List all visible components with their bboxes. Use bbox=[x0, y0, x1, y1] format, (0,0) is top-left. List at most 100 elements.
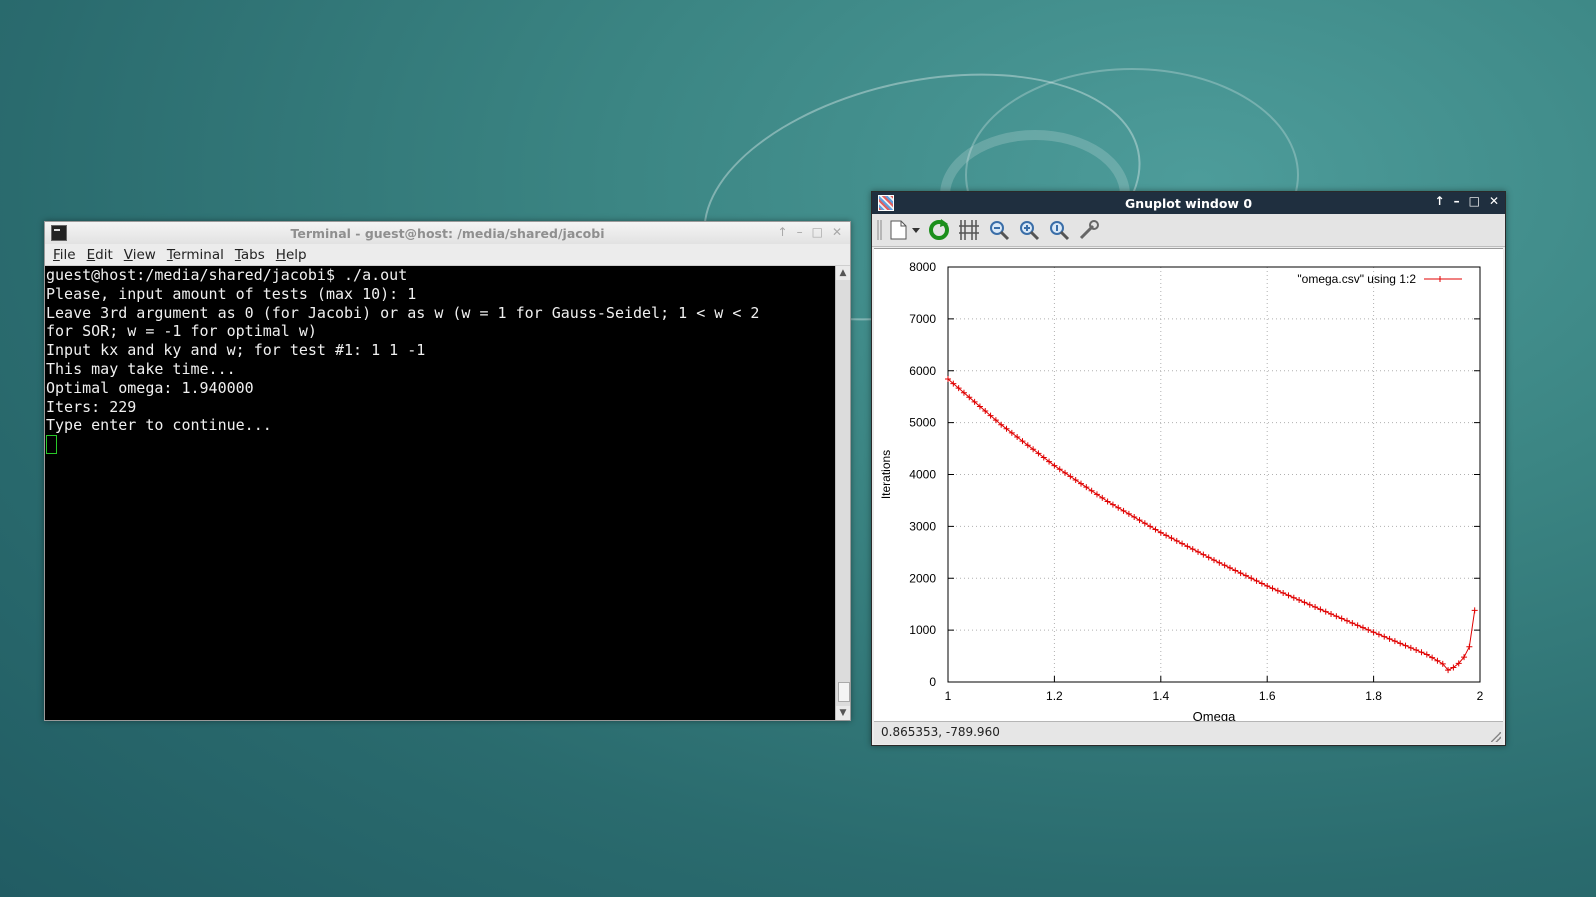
data-point bbox=[1274, 587, 1281, 594]
x-axis-label: Omega bbox=[1193, 709, 1236, 721]
data-point bbox=[1136, 517, 1143, 524]
keep-above-icon[interactable]: ↑ bbox=[1435, 194, 1445, 208]
toolbar-handle-icon[interactable] bbox=[876, 219, 884, 241]
resize-grip-icon[interactable] bbox=[1491, 732, 1501, 742]
data-point bbox=[1104, 498, 1111, 505]
data-point bbox=[1125, 510, 1132, 517]
y-tick-label: 6000 bbox=[909, 364, 936, 378]
export-icon[interactable] bbox=[888, 219, 922, 241]
data-point bbox=[1115, 504, 1122, 511]
menu-terminal[interactable]: Terminal bbox=[163, 247, 228, 263]
data-point bbox=[1365, 626, 1372, 633]
gnuplot-toolbar bbox=[872, 214, 1505, 247]
data-point bbox=[1216, 559, 1223, 566]
data-point bbox=[1168, 535, 1175, 542]
data-point bbox=[1391, 638, 1398, 645]
minimize-icon[interactable]: – bbox=[1454, 194, 1460, 208]
data-point bbox=[1413, 647, 1420, 654]
data-point bbox=[1471, 607, 1478, 614]
close-icon[interactable]: ✕ bbox=[832, 225, 842, 239]
data-point bbox=[1173, 537, 1180, 544]
maximize-icon[interactable]: □ bbox=[1469, 194, 1480, 208]
data-point bbox=[1280, 590, 1287, 597]
data-point bbox=[1221, 562, 1228, 569]
data-point bbox=[1200, 551, 1207, 558]
data-point bbox=[1338, 615, 1345, 622]
terminal-titlebar[interactable]: Terminal - guest@host: /media/shared/jac… bbox=[45, 222, 850, 244]
data-point bbox=[1189, 546, 1196, 553]
data-point bbox=[1226, 564, 1233, 571]
data-point bbox=[1141, 520, 1148, 527]
data-point bbox=[1211, 557, 1217, 564]
terminal-title: Terminal - guest@host: /media/shared/jac… bbox=[290, 226, 605, 241]
data-point bbox=[1322, 608, 1329, 615]
menu-file[interactable]: File bbox=[49, 247, 80, 263]
data-point bbox=[1088, 487, 1095, 494]
zoom-in-icon[interactable] bbox=[1018, 219, 1040, 241]
plot-area[interactable]: 1 1.2 1.4 1.6 1.8 2 0 1000 2000 3000 4000 5000 6000 7… bbox=[874, 248, 1503, 724]
data-point bbox=[1109, 501, 1116, 508]
y-tick-label: 1000 bbox=[909, 623, 936, 637]
data-point bbox=[1157, 529, 1164, 536]
menu-tabs[interactable]: Tabs bbox=[231, 247, 269, 263]
data-point bbox=[1205, 554, 1212, 561]
data-point bbox=[1093, 491, 1100, 498]
unzoom-icon[interactable] bbox=[1048, 219, 1070, 241]
data-point bbox=[1184, 543, 1191, 550]
terminal-line: Please, input amount of tests (max 10): … bbox=[46, 284, 417, 303]
terminal-menubar: File Edit View Terminal Tabs Help bbox=[45, 244, 850, 266]
terminal-scrollbar[interactable]: ▲ ▼ bbox=[835, 266, 850, 720]
data-point bbox=[1354, 622, 1361, 629]
terminal-cursor bbox=[46, 435, 57, 455]
data-point bbox=[1349, 620, 1356, 627]
data-point bbox=[1056, 466, 1063, 473]
data-point bbox=[1317, 606, 1324, 613]
data-point bbox=[1179, 540, 1186, 547]
data-point bbox=[1290, 594, 1297, 601]
y-tick-label: 3000 bbox=[909, 519, 936, 533]
data-point bbox=[1370, 629, 1377, 636]
terminal-output[interactable]: guest@host:/media/shared/jacobi$ ./a.out… bbox=[45, 266, 835, 720]
replot-icon[interactable] bbox=[928, 219, 950, 241]
y-tick-label: 4000 bbox=[909, 468, 936, 482]
terminal-line: Type enter to continue... bbox=[46, 416, 272, 435]
keep-above-icon[interactable]: ↑ bbox=[778, 225, 788, 239]
menu-help[interactable]: Help bbox=[272, 247, 311, 263]
data-point bbox=[1402, 642, 1409, 649]
data-point bbox=[1344, 617, 1350, 624]
menu-edit[interactable]: Edit bbox=[83, 247, 117, 263]
legend-label: "omega.csv" using 1:2 bbox=[1297, 272, 1416, 286]
close-icon[interactable]: ✕ bbox=[1489, 194, 1499, 208]
data-point bbox=[1269, 585, 1276, 592]
grid-icon[interactable] bbox=[958, 219, 980, 241]
scroll-up-icon[interactable]: ▲ bbox=[836, 266, 850, 280]
terminal-line: Leave 3rd argument as 0 (for Jacobi) or … bbox=[46, 303, 760, 322]
x-tick-label: 1 bbox=[945, 689, 952, 703]
y-tick-label: 7000 bbox=[909, 312, 936, 326]
scroll-down-icon[interactable]: ▼ bbox=[836, 706, 850, 720]
minimize-icon[interactable]: – bbox=[797, 225, 803, 239]
data-point bbox=[1258, 580, 1265, 587]
scroll-thumb[interactable] bbox=[838, 682, 850, 702]
data-point bbox=[1312, 604, 1319, 611]
data-point bbox=[1195, 548, 1202, 555]
terminal-line: guest@host:/media/shared/jacobi$ ./a.out bbox=[46, 266, 408, 284]
data-point bbox=[1301, 599, 1308, 606]
data-point bbox=[1407, 644, 1414, 651]
y-tick-label: 2000 bbox=[909, 571, 936, 585]
series-line bbox=[947, 378, 1476, 671]
x-tick-label: 1.8 bbox=[1365, 689, 1382, 703]
data-point bbox=[1375, 631, 1382, 638]
x-tick-label: 1.2 bbox=[1046, 689, 1063, 703]
config-icon[interactable] bbox=[1078, 219, 1100, 241]
data-point bbox=[1328, 610, 1335, 617]
zoom-out-icon[interactable] bbox=[988, 219, 1010, 241]
maximize-icon[interactable]: □ bbox=[812, 225, 823, 239]
chart-svg: 1 1.2 1.4 1.6 1.8 2 0 1000 2000 3000 4000 5000 6000 7… bbox=[879, 260, 1484, 724]
menu-view[interactable]: View bbox=[120, 247, 160, 263]
gnuplot-titlebar[interactable]: Gnuplot window 0 ↑ – □ ✕ bbox=[872, 192, 1505, 214]
terminal-line: Iters: 229 bbox=[46, 397, 137, 416]
data-point bbox=[1072, 476, 1079, 483]
terminal-line: This may take time... bbox=[46, 359, 236, 378]
data-point bbox=[1131, 514, 1138, 521]
